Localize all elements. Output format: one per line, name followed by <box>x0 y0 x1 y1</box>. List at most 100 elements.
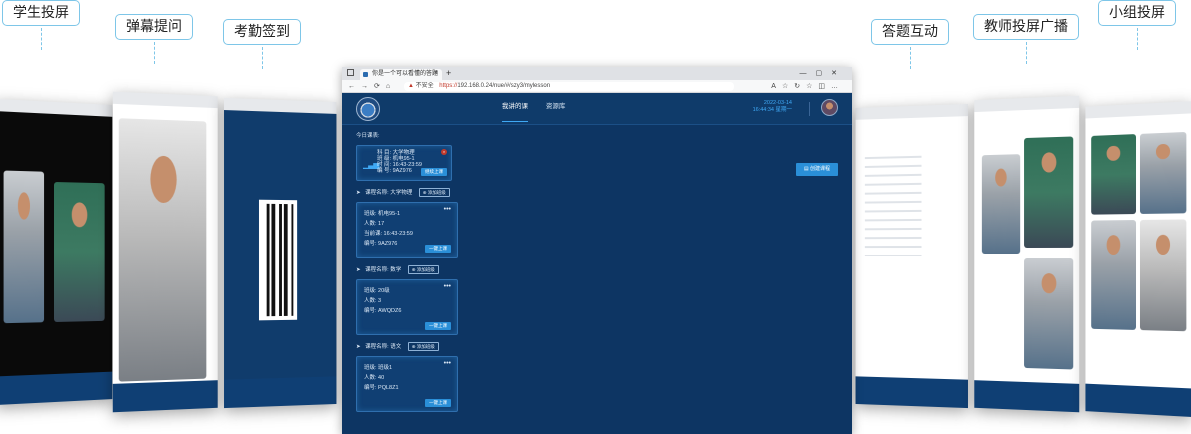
main-nav: 我讲的课 资源库 <box>502 93 581 125</box>
bullet-question-screen <box>112 91 218 413</box>
today-lesson-card: ▁▃▅ 科 目: 大学物理 班 级: 机电95-1 时 间: 16:43-23:… <box>356 145 452 181</box>
feature-connector <box>1136 28 1138 50</box>
feature-label: 学生投屏 <box>2 0 80 26</box>
group-video <box>1091 134 1137 215</box>
group-cast-screen <box>1085 101 1191 417</box>
date-text: 2022-03-14 <box>763 100 792 106</box>
feature-group-cast: 小组投屏 <box>1098 0 1176 50</box>
class-current: 当前课: 16:43-23:59 <box>364 231 413 237</box>
feature-label: 教师投屏广播 <box>973 14 1079 40</box>
broadcast-video <box>981 154 1021 255</box>
app-header: 我讲的课 资源库 2022-03-14 16:44:34 星期一 <box>342 93 852 125</box>
right-screens <box>852 90 1191 420</box>
teacher-broadcast-screen <box>974 95 1080 413</box>
class-card: 班级: 班级1 人数: 40 编号: PQL8Z1 ••• 一键上课 <box>356 356 458 412</box>
nav-my-lessons[interactable]: 我讲的课 <box>502 93 528 122</box>
start-class-button[interactable]: 一键上课 <box>425 245 451 253</box>
group-video <box>1091 220 1137 330</box>
quiz-question-list <box>864 155 922 257</box>
left-screens <box>0 90 340 420</box>
chevron-right-icon[interactable]: ➤ <box>356 267 361 273</box>
school-logo <box>356 97 380 121</box>
feature-connector <box>153 42 155 64</box>
feature-connector <box>261 47 263 69</box>
course-title: 课程名称: 语文 <box>365 344 402 350</box>
class-name: 班级: 班级1 <box>364 365 393 371</box>
address-bar[interactable]: ▲ 不安全 https://192.168.0.24/nue/#/szy3/my… <box>404 82 734 91</box>
class-card: 班级: 20级 人数: 3 编号: AWQDZ6 ••• 一键上课 <box>356 279 458 335</box>
tab-close-icon[interactable]: × <box>434 69 438 78</box>
feature-label: 答题互动 <box>871 19 949 45</box>
class-name: 班级: 机电95-1 <box>364 211 401 217</box>
start-class-button[interactable]: 一键上课 <box>425 322 451 330</box>
avatar[interactable] <box>821 99 838 116</box>
more-icon[interactable]: ••• <box>444 360 451 367</box>
window-controls[interactable]: —▢✕ <box>800 67 846 80</box>
today-code: 编 号: 9AZ976 <box>377 168 412 174</box>
course-title: 课程名称: 数学 <box>365 267 402 273</box>
student-video <box>3 170 45 324</box>
browser-tab[interactable]: 你是一个可以看懂的答题 <box>360 69 442 80</box>
course-header: ➤ 课程名称: 数学 ⊕ 添加班级 <box>356 264 838 276</box>
class-card: 班级: 机电95-1 人数: 17 当前课: 16:43-23:59 编号: 9… <box>356 202 458 258</box>
nav-resource-library[interactable]: 资源库 <box>546 93 566 121</box>
course-title: 课程名称: 大学物理 <box>365 190 413 196</box>
teacher-video <box>118 118 207 382</box>
attendance-screen <box>224 97 337 409</box>
qr-code-icon <box>258 199 298 321</box>
class-code: 编号: PQL8Z1 <box>364 385 399 391</box>
today-schedule-title: 今日课表: <box>356 133 380 139</box>
chevron-right-icon[interactable]: ➤ <box>356 190 361 196</box>
security-label: 不安全 <box>415 83 434 89</box>
quiz-interaction-screen <box>855 103 968 409</box>
broadcast-video <box>1024 257 1074 370</box>
warning-icon: ▲ <box>408 83 416 89</box>
feature-label: 小组投屏 <box>1098 0 1176 26</box>
favicon-icon <box>363 72 368 77</box>
new-tab-icon[interactable]: + <box>446 67 451 80</box>
feature-connector <box>40 28 42 50</box>
browser-tab-strip: 你是一个可以看懂的答题 × + —▢✕ <box>342 67 852 80</box>
time-text: 16:44:34 星期一 <box>752 107 792 113</box>
feature-student-cast: 学生投屏 <box>2 0 80 50</box>
continue-class-button[interactable]: 继续上课 <box>421 168 447 176</box>
window-menu-icon[interactable] <box>347 69 354 76</box>
feature-label: 考勤签到 <box>223 19 301 45</box>
class-count: 人数: 3 <box>364 298 382 304</box>
add-class-button[interactable]: ⊕ 添加班级 <box>407 265 439 274</box>
class-count: 人数: 40 <box>364 375 385 381</box>
feature-connector <box>1025 42 1027 64</box>
add-class-button[interactable]: ⊕ 添加班级 <box>418 188 450 197</box>
feature-connector <box>909 47 911 69</box>
class-count: 人数: 17 <box>364 221 385 227</box>
feature-teacher-broadcast: 教师投屏广播 <box>973 14 1079 64</box>
start-class-button[interactable]: 一键上课 <box>425 399 451 407</box>
create-course-label: 创建课程 <box>810 166 831 172</box>
more-icon[interactable]: ••• <box>444 206 451 213</box>
url-path: 192.168.0.24/nue/#/szy3/mylesson <box>457 83 551 89</box>
nav-icons[interactable]: ←→⟳⌂ <box>348 80 396 93</box>
add-class-button[interactable]: ⊕ 添加班级 <box>407 342 439 351</box>
class-code: 编号: 9AZ976 <box>364 241 398 247</box>
class-name: 班级: 20级 <box>364 288 390 294</box>
broadcast-video <box>1024 136 1074 249</box>
group-video <box>1139 219 1187 332</box>
close-icon[interactable]: × <box>441 149 447 155</box>
datetime: 2022-03-14 16:44:34 星期一 <box>753 100 792 114</box>
browser-toolbar: ←→⟳⌂ ▲ 不安全 https://192.168.0.24/nue/#/sz… <box>342 80 852 93</box>
main-content: 今日课表: ▁▃▅ 科 目: 大学物理 班 级: 机电95-1 时 间: 16:… <box>342 125 852 424</box>
class-code: 编号: AWQDZ6 <box>364 308 402 314</box>
course-header: ➤ 课程名称: 语文 ⊕ 添加班级 <box>356 341 838 353</box>
group-video <box>1139 131 1187 214</box>
student-video <box>54 181 105 323</box>
feature-label: 弹幕提问 <box>115 14 193 40</box>
course-header: ➤ 课程名称: 大学物理 ⊕ 添加班级 <box>356 187 838 199</box>
feature-attendance: 考勤签到 <box>223 19 301 69</box>
tab-title: 你是一个可以看懂的答题 <box>372 71 439 77</box>
feature-bullet-question: 弹幕提问 <box>115 14 193 64</box>
create-course-button[interactable]: ▤ 创建课程 <box>796 163 838 176</box>
chevron-right-icon[interactable]: ➤ <box>356 344 361 350</box>
more-icon[interactable]: ••• <box>444 283 451 290</box>
toolbar-icons[interactable]: A☆↻☆◫… <box>771 80 844 93</box>
feature-quiz-interaction: 答题互动 <box>871 19 949 69</box>
